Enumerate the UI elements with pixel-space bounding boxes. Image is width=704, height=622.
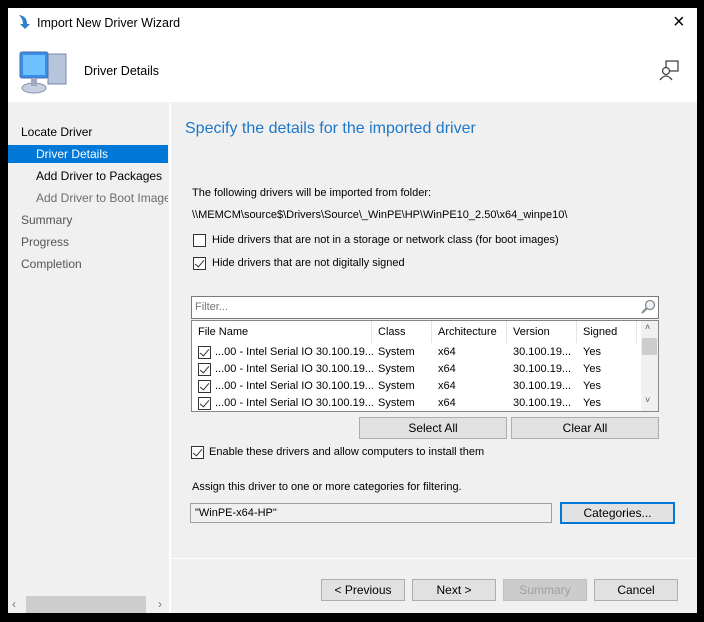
- computer-icon: [19, 51, 67, 94]
- row-class: System: [378, 346, 415, 358]
- table-header: File Name Class Architecture Version Sig…: [192, 321, 640, 343]
- categories-field[interactable]: "WinPE-x64-HP": [190, 503, 552, 523]
- step-completion[interactable]: Completion: [8, 255, 168, 273]
- header-title: Driver Details: [84, 64, 160, 78]
- wizard-steps-sidebar: Locate Driver Driver Details Add Driver …: [8, 103, 169, 613]
- intro-text: The following drivers will be imported f…: [192, 187, 432, 199]
- column-architecture[interactable]: Architecture: [432, 321, 507, 343]
- row-version: 30.100.19...: [513, 397, 572, 409]
- drivers-table: File Name Class Architecture Version Sig…: [191, 320, 659, 412]
- row-architecture: x64: [438, 363, 456, 375]
- wizard-arrow-icon: [19, 15, 30, 29]
- footer-divider: [171, 558, 697, 559]
- column-signed[interactable]: Signed: [577, 321, 637, 343]
- row-file-name: ...00 - Intel Serial IO 30.100.19...: [215, 397, 374, 409]
- step-summary[interactable]: Summary: [8, 211, 168, 229]
- close-button[interactable]: ×: [673, 11, 685, 34]
- next-button[interactable]: Next >: [412, 579, 496, 601]
- scroll-up-icon[interactable]: ˄: [645, 322, 650, 332]
- hide-unsigned-checkbox[interactable]: [193, 257, 206, 270]
- row-file-name: ...00 - Intel Serial IO 30.100.19...: [215, 380, 374, 392]
- previous-button[interactable]: < Previous: [321, 579, 405, 601]
- enable-drivers-label: Enable these drivers and allow computers…: [209, 446, 485, 458]
- row-signed: Yes: [583, 397, 601, 409]
- title-bar: Import New Driver Wizard ×: [8, 8, 697, 38]
- row-architecture: x64: [438, 380, 456, 392]
- scrollbar-thumb[interactable]: [642, 338, 657, 355]
- wizard-header: Driver Details: [8, 38, 697, 102]
- column-class[interactable]: Class: [372, 321, 432, 343]
- scroll-right-icon[interactable]: ›: [158, 597, 162, 611]
- step-progress[interactable]: Progress: [8, 233, 168, 251]
- row-class: System: [378, 397, 415, 409]
- sidebar-horizontal-scrollbar[interactable]: ‹ ›: [8, 596, 169, 613]
- row-version: 30.100.19...: [513, 363, 572, 375]
- table-row[interactable]: ...00 - Intel Serial IO 30.100.19... Sys…: [192, 361, 640, 378]
- page-heading: Specify the details for the imported dri…: [185, 120, 476, 137]
- scrollbar-thumb[interactable]: [26, 596, 146, 613]
- row-signed: Yes: [583, 346, 601, 358]
- help-person-icon[interactable]: [658, 59, 680, 81]
- table-row[interactable]: ...00 - Intel Serial IO 30.100.19... Sys…: [192, 395, 640, 411]
- row-class: System: [378, 363, 415, 375]
- assign-categories-label: Assign this driver to one or more catego…: [192, 481, 462, 493]
- row-version: 30.100.19...: [513, 346, 572, 358]
- row-checkbox[interactable]: [198, 346, 211, 359]
- enable-drivers-checkbox[interactable]: [191, 446, 204, 459]
- row-checkbox[interactable]: [198, 363, 211, 376]
- table-row[interactable]: ...00 - Intel Serial IO 30.100.19... Sys…: [192, 378, 640, 395]
- hide-storage-label: Hide drivers that are not in a storage o…: [212, 234, 559, 246]
- table-vertical-scrollbar[interactable]: ˄ ˅: [641, 321, 658, 411]
- search-icon[interactable]: [640, 299, 656, 315]
- row-version: 30.100.19...: [513, 380, 572, 392]
- cancel-button[interactable]: Cancel: [594, 579, 678, 601]
- row-signed: Yes: [583, 363, 601, 375]
- row-checkbox[interactable]: [198, 397, 211, 410]
- clear-all-button[interactable]: Clear All: [511, 417, 659, 439]
- window-title: Import New Driver Wizard: [37, 16, 181, 30]
- row-file-name: ...00 - Intel Serial IO 30.100.19...: [215, 363, 374, 375]
- table-row[interactable]: ...00 - Intel Serial IO 30.100.19... Sys…: [192, 344, 640, 361]
- step-driver-details[interactable]: Driver Details: [8, 145, 168, 163]
- filter-input[interactable]: [191, 296, 659, 319]
- column-file-name[interactable]: File Name: [192, 321, 372, 343]
- row-signed: Yes: [583, 380, 601, 392]
- folder-path: \\MEMCM\source$\Drivers\Source\_WinPE\HP…: [192, 209, 568, 221]
- row-architecture: x64: [438, 397, 456, 409]
- summary-button: Summary: [503, 579, 587, 601]
- step-add-driver-to-boot-image[interactable]: Add Driver to Boot Image: [8, 189, 168, 207]
- row-checkbox[interactable]: [198, 380, 211, 393]
- row-class: System: [378, 380, 415, 392]
- column-version[interactable]: Version: [507, 321, 577, 343]
- select-all-button[interactable]: Select All: [359, 417, 507, 439]
- scroll-left-icon[interactable]: ‹: [12, 597, 16, 611]
- hide-storage-checkbox[interactable]: [193, 234, 206, 247]
- categories-button[interactable]: Categories...: [560, 502, 675, 524]
- scroll-down-icon[interactable]: ˅: [645, 395, 650, 405]
- hide-unsigned-label: Hide drivers that are not digitally sign…: [212, 257, 405, 269]
- step-add-driver-to-packages[interactable]: Add Driver to Packages: [8, 167, 168, 185]
- filter-text-field[interactable]: [192, 297, 632, 316]
- sidebar-divider: [169, 103, 171, 613]
- step-locate-driver[interactable]: Locate Driver: [8, 123, 168, 141]
- wizard-window: Import New Driver Wizard × Driver Detail…: [8, 8, 697, 613]
- row-architecture: x64: [438, 346, 456, 358]
- row-file-name: ...00 - Intel Serial IO 30.100.19...: [215, 346, 374, 358]
